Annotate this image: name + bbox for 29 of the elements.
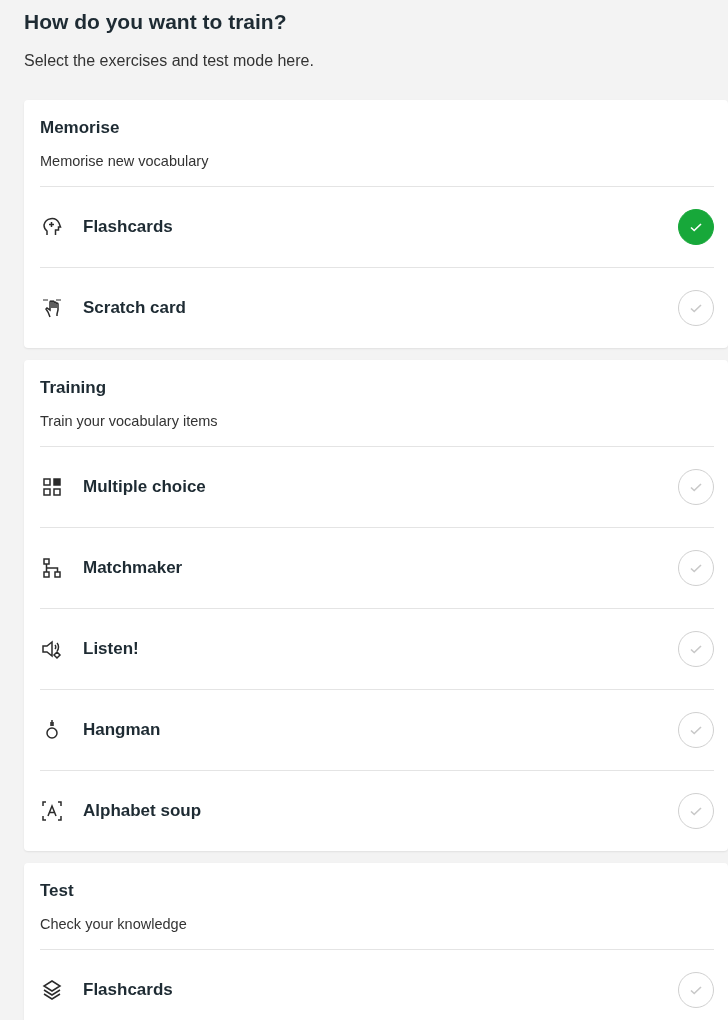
exercise-label: Flashcards: [83, 980, 174, 1000]
select-toggle[interactable]: [678, 972, 714, 1008]
section-title: Test: [40, 881, 75, 901]
exercise-label: Multiple choice: [83, 477, 207, 497]
section-title: Memorise: [40, 118, 121, 138]
exercise-label: Listen!: [83, 639, 140, 659]
exercise-label: Alphabet soup: [83, 801, 203, 821]
select-toggle[interactable]: [678, 631, 714, 667]
select-toggle[interactable]: [678, 550, 714, 586]
page-title: How do you want to train?: [24, 10, 288, 34]
section-title: Training: [40, 378, 108, 398]
select-toggle[interactable]: [678, 793, 714, 829]
section-description: Train your vocabulary items: [40, 413, 219, 429]
select-toggle[interactable]: [678, 209, 714, 245]
layers-icon: [40, 978, 64, 1002]
exercise-label: Hangman: [83, 720, 162, 740]
select-toggle[interactable]: [678, 469, 714, 505]
select-toggle[interactable]: [678, 290, 714, 326]
exercise-label: Matchmaker: [83, 558, 184, 578]
select-toggle[interactable]: [678, 712, 714, 748]
page-subtitle: Select the exercises and test mode here.: [24, 52, 315, 70]
hand-icon: [40, 296, 64, 320]
letter-frame-icon: [40, 799, 64, 823]
grid-icon: [40, 475, 64, 499]
exercise-label: Flashcards: [83, 217, 174, 237]
diagram-icon: [40, 556, 64, 580]
section-description: Memorise new vocabulary: [40, 153, 210, 169]
exercise-label: Scratch card: [83, 298, 187, 318]
section-description: Check your knowledge: [40, 916, 188, 932]
